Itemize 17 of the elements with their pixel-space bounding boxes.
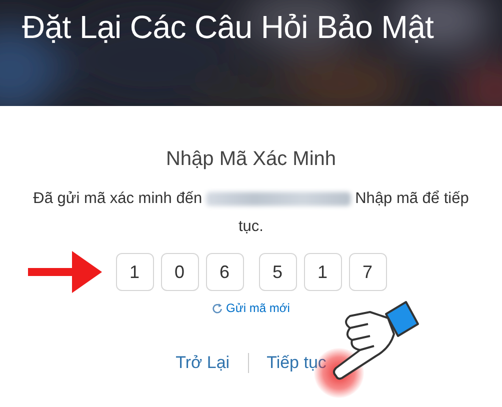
code-digit-field[interactable]: 1	[116, 253, 154, 291]
message-text: tục.	[238, 217, 264, 237]
page-title: Đặt Lại Các Câu Hỏi Bảo Mật	[21, 8, 435, 46]
code-digit-field[interactable]: 7	[348, 253, 386, 291]
code-digit-field[interactable]: 1	[304, 253, 342, 291]
footer-link[interactable]: Trở Lại	[166, 353, 240, 373]
code-digit-field[interactable]: 5	[258, 253, 296, 291]
code-digit-field[interactable]: 0	[160, 253, 198, 291]
refresh-icon	[212, 302, 224, 314]
arrow-icon	[28, 251, 102, 293]
message-text: Đã gửi mã xác minh đến	[33, 189, 202, 209]
footer-link[interactable]: Tiếp tục	[256, 353, 336, 373]
resend-code-link[interactable]: Gửi mã mới	[212, 301, 290, 315]
code-digit-field[interactable]: 6	[206, 253, 244, 291]
hand-pointer-icon	[330, 300, 420, 380]
section-heading: Nhập Mã Xác Minh	[166, 148, 336, 171]
message-text: Nhập mã để tiếp	[355, 189, 469, 209]
